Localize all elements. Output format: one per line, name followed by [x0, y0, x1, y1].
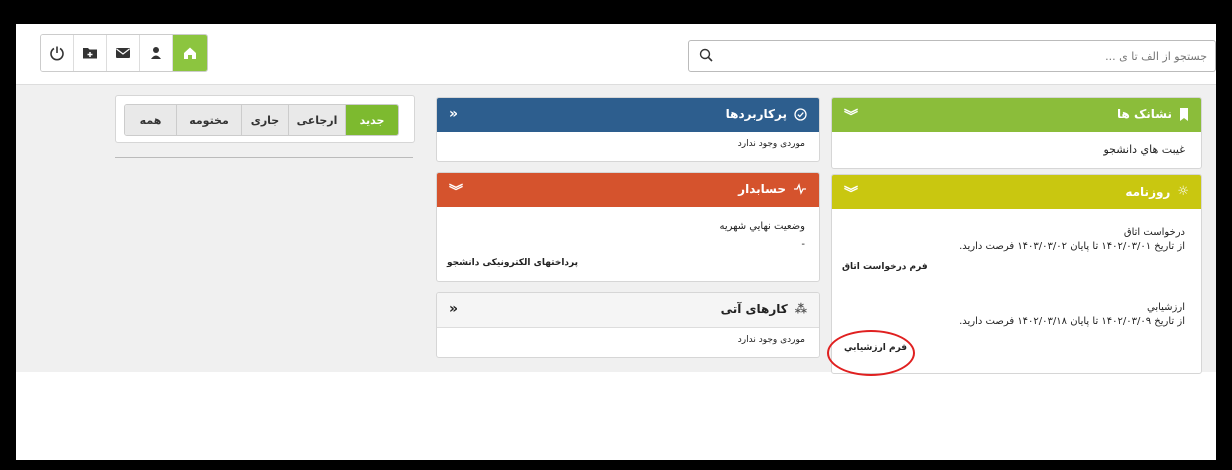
journal-item-link[interactable]: فرم درخواست اتاق	[842, 262, 928, 272]
journal-item-desc: از تاریخ ۱۴۰۲/۰۳/۰۹ تا پایان ۱۴۰۲/۰۳/۱۸ …	[959, 316, 1185, 327]
search-input[interactable]	[737, 41, 1207, 71]
tab-referred[interactable]: ارجاعی	[289, 105, 346, 135]
mail-button[interactable]	[107, 35, 140, 71]
bookmarks-title: نشانک ها	[1116, 107, 1172, 121]
accountant-header[interactable]: حسابدار ︾	[437, 173, 819, 207]
pulse-icon	[794, 183, 806, 195]
bookmarks-header[interactable]: نشانک ها ︾	[832, 98, 1201, 132]
bookmark-item-absences[interactable]: غيبت هاي دانشجو	[1103, 143, 1185, 156]
collapse-chevron-icon[interactable]: ︾	[844, 106, 858, 126]
top-toolbar	[16, 24, 1216, 85]
bookmark-icon	[1180, 107, 1188, 121]
tab-all[interactable]: همه	[125, 105, 177, 135]
tab-new[interactable]: جدید	[346, 105, 398, 135]
upcoming-header[interactable]: ⁂ کارهای آتی «	[437, 293, 819, 328]
tuition-value: -	[801, 239, 805, 250]
frequent-panel: پرکاربردها « موردی وجود ندارد	[436, 97, 820, 162]
upcoming-title: کارهای آتی	[720, 302, 788, 316]
status-filter-tabs: همه مختومه جاری ارجاعی جدید	[124, 104, 399, 136]
journal-header[interactable]: ☼ روزنامه ︾	[832, 175, 1201, 209]
frequent-header[interactable]: پرکاربردها «	[437, 98, 819, 132]
search-icon[interactable]	[699, 48, 713, 62]
frequent-title: پرکاربردها	[725, 107, 787, 121]
check-circle-icon	[794, 107, 807, 121]
bookmarks-panel: نشانک ها ︾ غيبت هاي دانشجو	[831, 97, 1202, 169]
filter-tabs-box: همه مختومه جاری ارجاعی جدید	[115, 95, 415, 143]
journal-item-desc: از تاریخ ۱۴۰۲/۰۳/۰۱ تا پایان ۱۴۰۳/۰۳/۰۲ …	[959, 241, 1185, 252]
tab-ongoing[interactable]: جاری	[242, 105, 289, 135]
empty-message: موردی وجود ندارد	[737, 139, 805, 149]
empty-message: موردی وجود ندارد	[737, 335, 805, 345]
highlight-ellipse	[827, 330, 915, 376]
divider	[115, 157, 413, 158]
collapse-chevron-icon[interactable]: ︾	[844, 183, 858, 203]
sun-icon: ☼	[1177, 184, 1189, 199]
tab-closed[interactable]: مختومه	[177, 105, 242, 135]
mail-icon	[116, 48, 130, 58]
electronic-payments-link[interactable]: پرداختهای الکترونيکی دانشجو	[447, 258, 578, 268]
user-button[interactable]	[140, 35, 173, 71]
accountant-panel: حسابدار ︾ وضعيت نهايي شهريه - پرداختهای …	[436, 172, 820, 282]
collapse-chevron-icon[interactable]: «	[449, 106, 458, 122]
journal-title: روزنامه	[1125, 184, 1171, 199]
folder-add-icon	[83, 48, 97, 59]
power-icon	[50, 46, 64, 61]
add-folder-button[interactable]	[74, 35, 107, 71]
footer-area	[16, 372, 1216, 460]
home-icon	[184, 47, 196, 59]
spinner-icon: ⁂	[794, 302, 807, 316]
toolbar-button-group	[40, 34, 208, 72]
collapse-chevron-icon[interactable]: «	[449, 301, 458, 317]
collapse-chevron-icon[interactable]: ︾	[449, 181, 463, 201]
journal-item-title: ارزشيابي	[1147, 302, 1185, 313]
home-button[interactable]	[173, 35, 207, 71]
power-button[interactable]	[41, 35, 74, 71]
upcoming-panel: ⁂ کارهای آتی « موردی وجود ندارد	[436, 292, 820, 358]
user-icon	[151, 47, 161, 59]
accountant-title: حسابدار	[738, 182, 786, 196]
app-screen: همه مختومه جاری ارجاعی جدید نشانک ها ︾ غ…	[16, 24, 1216, 460]
tuition-status: وضعيت نهايي شهريه	[719, 221, 805, 232]
journal-item-title: درخواست اتاق	[1123, 227, 1185, 238]
search-box[interactable]	[688, 40, 1216, 72]
